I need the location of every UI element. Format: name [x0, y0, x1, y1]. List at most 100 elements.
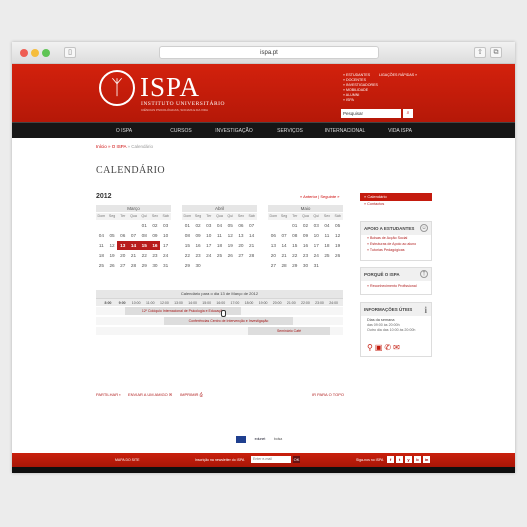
calendar-day[interactable]: 31 [160, 261, 171, 270]
twitter-icon[interactable]: t [396, 456, 403, 463]
calendar-day[interactable]: 24 [203, 251, 214, 260]
calendar-day[interactable]: 20 [268, 251, 279, 260]
back-to-top-link[interactable]: IR PARA O TOPO [312, 392, 344, 397]
calendar-day[interactable]: 20 [236, 241, 247, 250]
calendar-day[interactable]: 26 [225, 251, 236, 260]
calendar-day[interactable]: 23 [150, 251, 161, 260]
calendar-day[interactable]: 14 [246, 231, 257, 240]
youtube-icon[interactable]: y [405, 456, 412, 463]
quick-links-toggle[interactable]: LIGAÇÕES RÁPIDAS » [379, 73, 417, 77]
calendar-day[interactable]: 04 [96, 231, 107, 240]
share-link[interactable]: PARTILHAR ▪ [96, 392, 121, 397]
calendar-day[interactable]: 03 [160, 221, 171, 230]
ispa-logo-icon[interactable]: ᛉ [99, 70, 135, 106]
calendar-day[interactable]: 05 [225, 221, 236, 230]
calendar-day[interactable]: 23 [193, 251, 204, 260]
blog-icon[interactable]: b [414, 456, 421, 463]
search-icon[interactable]: ⌕ [403, 109, 413, 118]
calendar-day[interactable]: 15 [289, 241, 300, 250]
calendar-day[interactable]: 01 [289, 221, 300, 230]
calendar-day[interactable]: 13 [117, 241, 129, 250]
calendar-day[interactable]: 31 [311, 261, 322, 270]
calendar-day[interactable]: 25 [214, 251, 225, 260]
calendar-day[interactable]: 01 [139, 221, 150, 230]
nav-item-vida-ispa[interactable]: VIDA ISPA [388, 123, 412, 139]
tabs-icon[interactable]: ⧉ [490, 47, 502, 58]
calendar-day[interactable]: 08 [182, 231, 193, 240]
calendar-day[interactable]: 15 [138, 241, 150, 250]
calendar-day[interactable]: 19 [107, 251, 118, 260]
partner-logo[interactable]: edunet [249, 436, 271, 443]
send-friend-link[interactable]: ENVIAR A UM AMIGO ✉ [128, 392, 172, 397]
calendar-day[interactable]: 18 [322, 241, 333, 250]
nav-item-cursos[interactable]: CURSOS [170, 123, 191, 139]
calendar-day[interactable]: 24 [160, 251, 171, 260]
calendar-day[interactable]: 18 [214, 241, 225, 250]
sidebar-icon[interactable]: ▯ [64, 47, 76, 58]
calendar-day[interactable]: 20 [117, 251, 128, 260]
newsletter-submit-button[interactable]: OK [293, 456, 300, 463]
nav-item-internacional[interactable]: INTERNACIONAL [325, 123, 366, 139]
calendar-day[interactable]: 07 [246, 221, 257, 230]
calendar-day[interactable]: 25 [322, 251, 333, 260]
calendar-day[interactable]: 15 [182, 241, 193, 250]
calendar-day[interactable]: 23 [300, 251, 311, 260]
sitemap-link[interactable]: MAPA DO SITE [115, 453, 139, 467]
calendar-day[interactable]: 13 [268, 241, 279, 250]
newsletter-email-field[interactable]: Enter e-mail [251, 456, 291, 463]
calendar-day[interactable]: 29 [182, 261, 193, 270]
calendar-day[interactable]: 09 [150, 231, 161, 240]
mail-icon[interactable]: ✉ [393, 343, 402, 352]
calendar-day[interactable]: 12 [107, 241, 118, 250]
minimize-dot[interactable] [31, 49, 39, 57]
sidebar-item-contactos[interactable]: » Contactos [360, 201, 432, 208]
calendar-day[interactable]: 10 [311, 231, 322, 240]
logo-text[interactable]: ISPA [140, 72, 200, 103]
calendar-day[interactable]: 16 [193, 241, 204, 250]
calendar-day[interactable]: 17 [160, 241, 171, 250]
calendar-day[interactable]: 22 [289, 251, 300, 260]
calendar-day[interactable]: 21 [246, 241, 257, 250]
nav-item-servicos[interactable]: SERVIÇOS [277, 123, 303, 139]
calendar-day[interactable]: 30 [300, 261, 311, 270]
calendar-day[interactable]: 29 [139, 261, 150, 270]
breadcrumb-o-ispa[interactable]: » O ISPA [108, 144, 126, 149]
calendar-day[interactable]: 16 [300, 241, 311, 250]
calendar-day[interactable]: 30 [150, 261, 161, 270]
calendar-day[interactable]: 07 [279, 231, 290, 240]
calendar-day[interactable]: 16 [149, 241, 161, 250]
linkedin-icon[interactable]: in [423, 456, 430, 463]
search-input[interactable]: Pesquisar [341, 109, 401, 118]
calendar-day[interactable]: 05 [107, 231, 118, 240]
calendar-day[interactable]: 03 [203, 221, 214, 230]
calendar-day[interactable]: 25 [96, 261, 107, 270]
calendar-day[interactable]: 03 [311, 221, 322, 230]
zoom-dot[interactable] [42, 49, 50, 57]
calendar-day[interactable]: 21 [128, 251, 139, 260]
calendar-day[interactable]: 19 [225, 241, 236, 250]
calendar-day[interactable]: 04 [322, 221, 333, 230]
calendar-day[interactable]: 10 [203, 231, 214, 240]
calendar-day[interactable]: 11 [214, 231, 225, 240]
bus-icon[interactable]: ▣ [375, 343, 385, 352]
calendar-day[interactable]: 19 [332, 241, 343, 250]
calendar-day[interactable]: 26 [107, 261, 118, 270]
prev-button[interactable]: « Anterior [300, 194, 317, 199]
calendar-day[interactable]: 21 [279, 251, 290, 260]
calendar-day[interactable]: 28 [246, 251, 257, 260]
calendar-day[interactable]: 07 [128, 231, 139, 240]
nav-item-investigacao[interactable]: INVESTIGAÇÃO [215, 123, 253, 139]
timeline-event[interactable]: Conferências Centro de Intervenção e Inv… [164, 317, 293, 325]
calendar-day[interactable]: 17 [311, 241, 322, 250]
close-dot[interactable] [20, 49, 28, 57]
calendar-day[interactable]: 12 [225, 231, 236, 240]
calendar-day[interactable]: 06 [268, 231, 279, 240]
box-link[interactable]: » Reconhecimento Profissional [361, 283, 431, 289]
calendar-day[interactable]: 10 [160, 231, 171, 240]
calendar-day[interactable]: 14 [128, 241, 139, 250]
nav-item-o-ispa[interactable]: O ISPA [116, 123, 132, 139]
calendar-day[interactable]: 17 [203, 241, 214, 250]
url-bar[interactable]: ispa.pt [159, 46, 379, 59]
calendar-day[interactable]: 28 [279, 261, 290, 270]
calendar-day[interactable]: 02 [150, 221, 161, 230]
